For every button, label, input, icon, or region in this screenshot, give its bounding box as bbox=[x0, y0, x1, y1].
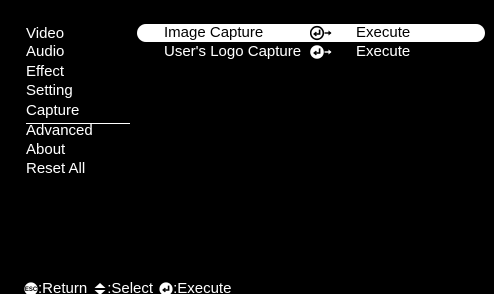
menu-item-video[interactable]: Video bbox=[26, 25, 64, 43]
return-hint: :Return bbox=[38, 280, 88, 294]
menu-item-setting[interactable]: Setting bbox=[26, 82, 73, 100]
menu-item-reset-all[interactable]: Reset All bbox=[26, 160, 85, 178]
esc-icon: ESC bbox=[24, 282, 38, 294]
menu-item-effect[interactable]: Effect bbox=[26, 63, 64, 81]
footer-hint-bar: ESC :Return :Select :Execute bbox=[24, 280, 231, 294]
image-capture-label[interactable]: Image Capture bbox=[164, 24, 263, 42]
image-capture-execute[interactable]: Execute bbox=[356, 24, 410, 42]
projector-menu-screen: Video Audio Effect Setting Capture Advan… bbox=[0, 0, 494, 294]
menu-item-about[interactable]: About bbox=[26, 141, 65, 159]
up-down-arrows-icon bbox=[94, 283, 106, 294]
select-hint: :Select bbox=[107, 280, 154, 294]
users-logo-capture-label[interactable]: User's Logo Capture bbox=[164, 43, 301, 61]
svg-text:ESC: ESC bbox=[25, 287, 38, 293]
execute-hint: :Execute bbox=[173, 280, 232, 294]
enter-icon bbox=[310, 45, 332, 59]
menu-item-audio[interactable]: Audio bbox=[26, 43, 64, 61]
users-logo-capture-execute[interactable]: Execute bbox=[356, 43, 410, 61]
menu-item-capture[interactable]: Capture bbox=[26, 102, 79, 120]
enter-icon bbox=[310, 25, 332, 41]
menu-item-advanced[interactable]: Advanced bbox=[26, 122, 93, 140]
enter-icon bbox=[159, 282, 173, 294]
